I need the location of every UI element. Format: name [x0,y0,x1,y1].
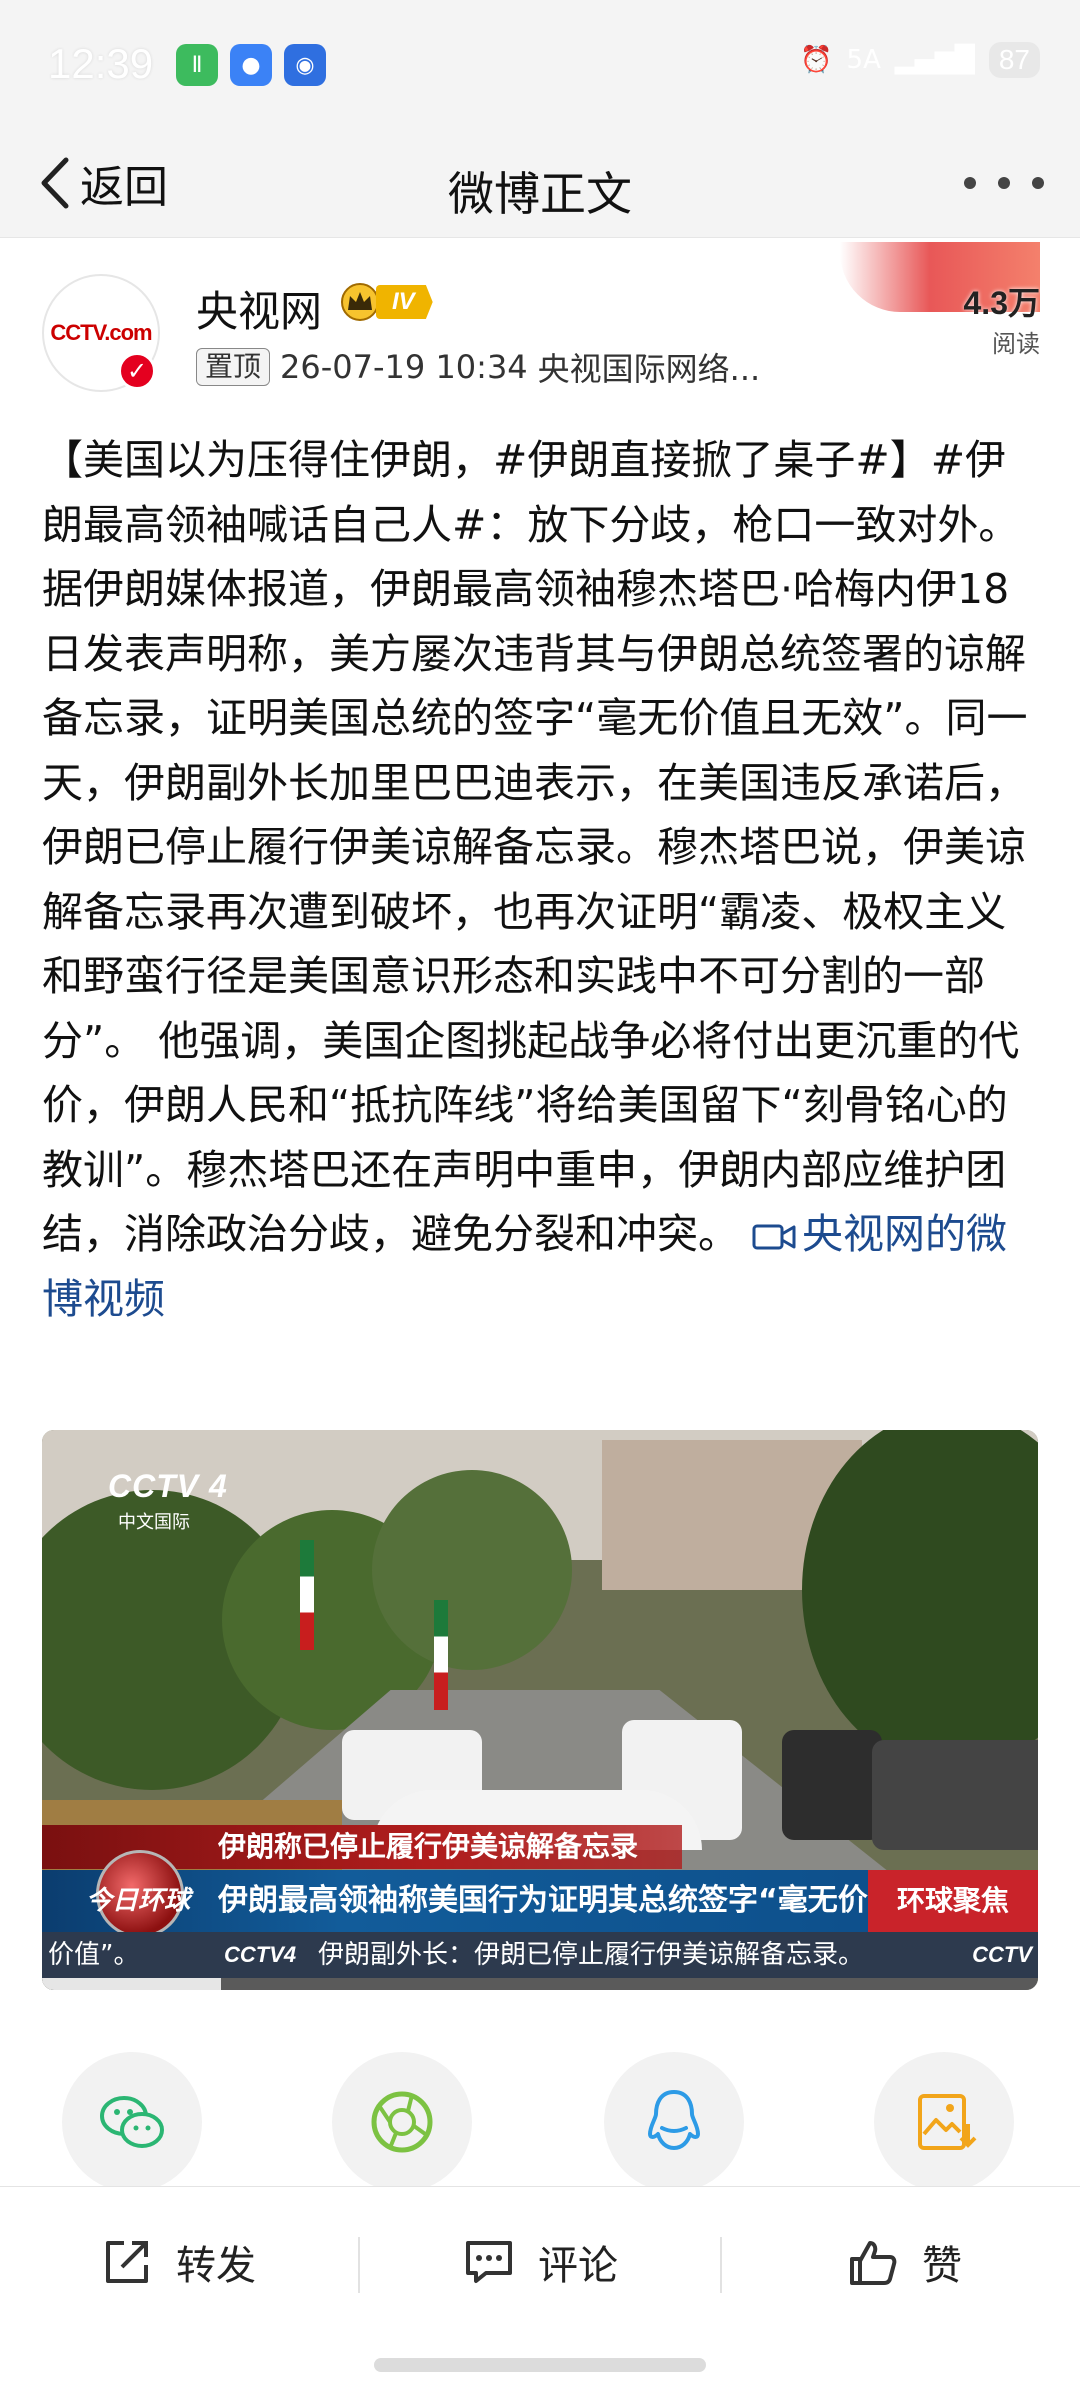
share-moments-button[interactable] [332,2052,472,2192]
repost-icon [106,2241,148,2283]
video-car [782,1730,882,1840]
post-timestamp: 26-07-19 10:34 [280,348,528,386]
program-name: 今日环球 [86,1886,191,1916]
pinned-tag: 置顶 [196,348,271,386]
status-indicators: ⏰ 5A ▂▄▆█ 87 [800,42,1040,78]
nav-bar: 返回 微博正文 [0,130,1080,238]
status-time: 12:39 [48,40,154,87]
comment-label: 评论 [538,2243,618,2289]
video-player[interactable]: CCTV 4 中文国际 伊朗称已停止履行伊美谅解备忘录 伊朗最高领袖称美国行为证… [42,1430,1038,1990]
qq-icon [648,2090,700,2150]
action-divider [720,2237,722,2293]
comment-button[interactable]: 评论 [462,2187,618,2337]
signal-icon: ▂▄▆█ [894,45,975,75]
ticker-logo-right: CCTV [972,1942,1032,1967]
ticker-left-text: 价值”。 [48,1940,140,1970]
ticker-logo: CCTV4 [224,1942,297,1967]
share-wechat-button[interactable] [62,2052,202,2192]
post-source: 央视国际网络... [537,350,761,388]
video-tree [802,1430,1038,1770]
post-meta: 置顶 26-07-19 10:34 央视国际网络... [196,344,760,390]
shield-app-icon: ◉ [284,44,326,86]
network-label: 5A [846,45,881,75]
more-dot [964,177,976,189]
ticker-text: 伊朗副外长：伊朗已停止履行伊美谅解备忘录。 [318,1940,865,1970]
more-dot [998,177,1010,189]
back-label: 返回 [80,162,168,213]
read-count-value: 4.3万 [963,285,1041,321]
news-ticker: 价值”。 CCTV4 伊朗副外长：伊朗已停止履行伊美谅解备忘录。 CCTV [42,1932,1038,1978]
flag [434,1600,448,1710]
battery-indicator: 87 [988,42,1040,78]
like-label: 赞 [922,2243,962,2289]
program-label-wrap: 今日环球 [42,1870,218,1932]
crown-icon [341,283,379,321]
save-image-icon [918,2094,977,2150]
repost-label: 转发 [176,2243,256,2289]
action-bar: 转发 评论 赞 [0,2186,1080,2336]
more-options-button[interactable] [964,158,1044,208]
video-camera-icon [752,1224,796,1250]
author-header: CCTV.com ✓ 央视网 IV 置顶 26-07-19 10:34 央视国际… [0,238,1080,398]
video-progress-bar[interactable] [42,1978,1038,1990]
chevron-left-icon [41,157,69,209]
video-tree [372,1470,572,1670]
verified-badge-icon: ✓ [118,352,156,390]
status-bar: 12:39 Ⅱ ● ◉ ⏰ 5A ▂▄▆█ 87 [0,0,1080,130]
share-qq-button[interactable] [604,2052,744,2192]
repost-button[interactable]: 转发 [100,2187,256,2337]
vip-level: IV [376,285,433,319]
video-progress-fill [42,1978,222,1990]
alarm-icon: ⏰ [800,45,833,75]
read-count-label: 阅读 [992,330,1040,358]
video-car [872,1740,1038,1850]
lower-third-headline: 伊朗最高领袖称美国行为证明其总统签字“毫无价值” [218,1883,918,1918]
share-row [0,2052,1080,2192]
like-button[interactable]: 赞 [846,2187,962,2337]
vip-badge[interactable]: IV [338,282,433,322]
thumbs-up-icon [850,2241,897,2285]
home-indicator[interactable] [374,2358,706,2372]
wechat-icon [100,2096,164,2148]
back-button[interactable]: 返回 [38,148,168,218]
read-count: 4.3万 阅读 [840,242,1041,358]
save-image-button[interactable] [874,2052,1014,2192]
moments-icon [371,2091,433,2153]
post-text: 【美国以为压得住伊朗，#伊朗直接掀了桌子#】#伊朗最高领袖喊话自己人#：放下分歧… [42,428,1042,1331]
flag [300,1540,314,1650]
cctv-subtitle: 中文国际 [118,1512,190,1533]
more-dot [1032,177,1044,189]
segment-tag: 环球聚焦 [868,1870,1038,1932]
avatar-logo-text: CCTV.com [50,320,152,345]
comment-icon [466,2241,512,2283]
message-app-icon: ● [230,44,272,86]
author-name[interactable]: 央视网 [196,278,322,339]
game-app-icon: Ⅱ [176,44,218,86]
action-divider [358,2237,360,2293]
cctv-logo: CCTV 4 [108,1468,228,1504]
post-text-content: 【美国以为压得住伊朗，#伊朗直接掀了桌子#】#伊朗最高领袖喊话自己人#：放下分歧… [42,436,1028,1258]
